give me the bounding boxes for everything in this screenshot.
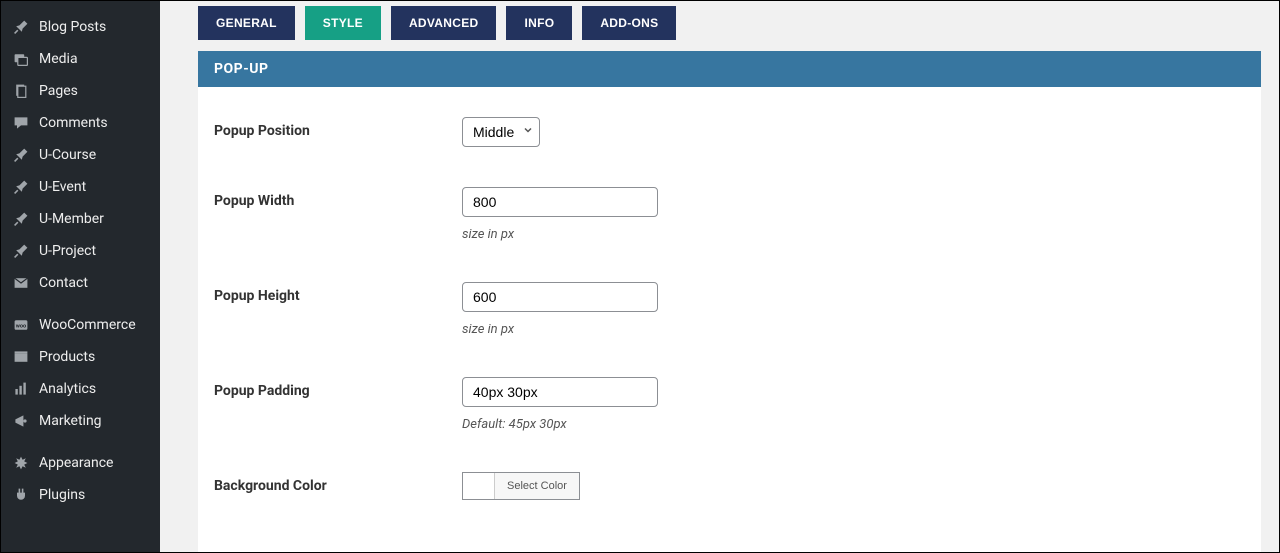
sidebar-item-label: U-Member [39, 211, 104, 227]
plugin-icon [11, 487, 31, 503]
popup-height-input[interactable] [462, 282, 658, 312]
pin-icon [11, 179, 31, 195]
pin-icon [11, 147, 31, 163]
sidebar-item-u-course[interactable]: U-Course [1, 139, 160, 171]
popup-height-label: Popup Height [214, 282, 462, 304]
sidebar-item-label: Plugins [39, 487, 85, 503]
sidebar-item-label: Analytics [39, 381, 96, 397]
sidebar-item-plugins[interactable]: Plugins [1, 479, 160, 511]
color-swatch[interactable] [463, 473, 495, 499]
settings-panel: POP-UP Popup Position Middle Popup [198, 51, 1261, 552]
sidebar-item-analytics[interactable]: Analytics [1, 373, 160, 405]
sidebar-item-label: Products [39, 349, 95, 365]
sidebar-item-label: Marketing [39, 413, 102, 429]
sidebar-item-u-project[interactable]: U-Project [1, 235, 160, 267]
popup-width-hint: size in px [462, 227, 658, 242]
sidebar-item-label: Blog Posts [39, 19, 106, 35]
popup-height-hint: size in px [462, 322, 658, 337]
comment-icon [11, 115, 31, 131]
page-icon [11, 83, 31, 99]
tab-add-ons[interactable]: ADD-ONS [582, 6, 676, 40]
admin-sidebar: Blog Posts Media Pages Comments U-Course U-Ev… [1, 1, 160, 552]
mail-icon [11, 275, 31, 291]
sidebar-item-comments[interactable]: Comments [1, 107, 160, 139]
sidebar-item-woocommerce[interactable]: woo WooCommerce [1, 309, 160, 341]
popup-padding-hint: Default: 45px 30px [462, 417, 658, 432]
popup-position-row: Popup Position Middle [214, 117, 1245, 147]
sidebar-item-label: U-Course [39, 147, 96, 163]
sidebar-item-marketing[interactable]: Marketing [1, 405, 160, 437]
sidebar-item-u-member[interactable]: U-Member [1, 203, 160, 235]
popup-padding-label: Popup Padding [214, 377, 462, 399]
media-icon [11, 51, 31, 67]
pin-icon [11, 19, 31, 35]
tab-info[interactable]: INFO [506, 6, 572, 40]
popup-position-label: Popup Position [214, 117, 462, 139]
sidebar-item-label: Media [39, 51, 78, 67]
settings-tabs: GENERAL STYLE ADVANCED INFO ADD-ONS [160, 1, 1279, 46]
woo-icon: woo [11, 317, 31, 333]
background-color-label: Background Color [214, 472, 462, 494]
products-icon [11, 349, 31, 365]
sidebar-item-u-event[interactable]: U-Event [1, 171, 160, 203]
tab-style[interactable]: STYLE [305, 6, 381, 40]
sidebar-item-label: Pages [39, 83, 78, 99]
background-color-row: Background Color Select Color [214, 472, 1245, 500]
sidebar-item-label: WooCommerce [39, 317, 136, 333]
popup-width-row: Popup Width size in px [214, 187, 1245, 242]
sidebar-item-products[interactable]: Products [1, 341, 160, 373]
marketing-icon [11, 413, 31, 429]
sidebar-item-label: U-Project [39, 243, 96, 259]
sidebar-item-media[interactable]: Media [1, 43, 160, 75]
sidebar-item-blog-posts[interactable]: Blog Posts [1, 11, 160, 43]
analytics-icon [11, 381, 31, 397]
popup-position-select[interactable]: Middle [462, 117, 540, 147]
popup-padding-row: Popup Padding Default: 45px 30px [214, 377, 1245, 432]
popup-height-row: Popup Height size in px [214, 282, 1245, 337]
tab-general[interactable]: GENERAL [198, 6, 295, 40]
sidebar-item-pages[interactable]: Pages [1, 75, 160, 107]
tab-advanced[interactable]: ADVANCED [391, 6, 497, 40]
sidebar-item-label: Contact [39, 275, 88, 291]
popup-form: Popup Position Middle Popup Width [198, 87, 1261, 510]
popup-width-label: Popup Width [214, 187, 462, 209]
svg-text:woo: woo [16, 323, 26, 329]
appearance-icon [11, 455, 31, 471]
popup-padding-input[interactable] [462, 377, 658, 407]
sidebar-item-label: Comments [39, 115, 108, 131]
section-title: POP-UP [198, 51, 1261, 87]
sidebar-item-label: Appearance [39, 455, 113, 471]
main-content: GENERAL STYLE ADVANCED INFO ADD-ONS POP-UP P… [160, 1, 1279, 552]
color-picker[interactable]: Select Color [462, 472, 580, 500]
sidebar-item-label: U-Event [39, 179, 86, 195]
select-color-button[interactable]: Select Color [495, 473, 579, 499]
sidebar-item-appearance[interactable]: Appearance [1, 447, 160, 479]
sidebar-item-contact[interactable]: Contact [1, 267, 160, 299]
pin-icon [11, 243, 31, 259]
pin-icon [11, 211, 31, 227]
popup-width-input[interactable] [462, 187, 658, 217]
